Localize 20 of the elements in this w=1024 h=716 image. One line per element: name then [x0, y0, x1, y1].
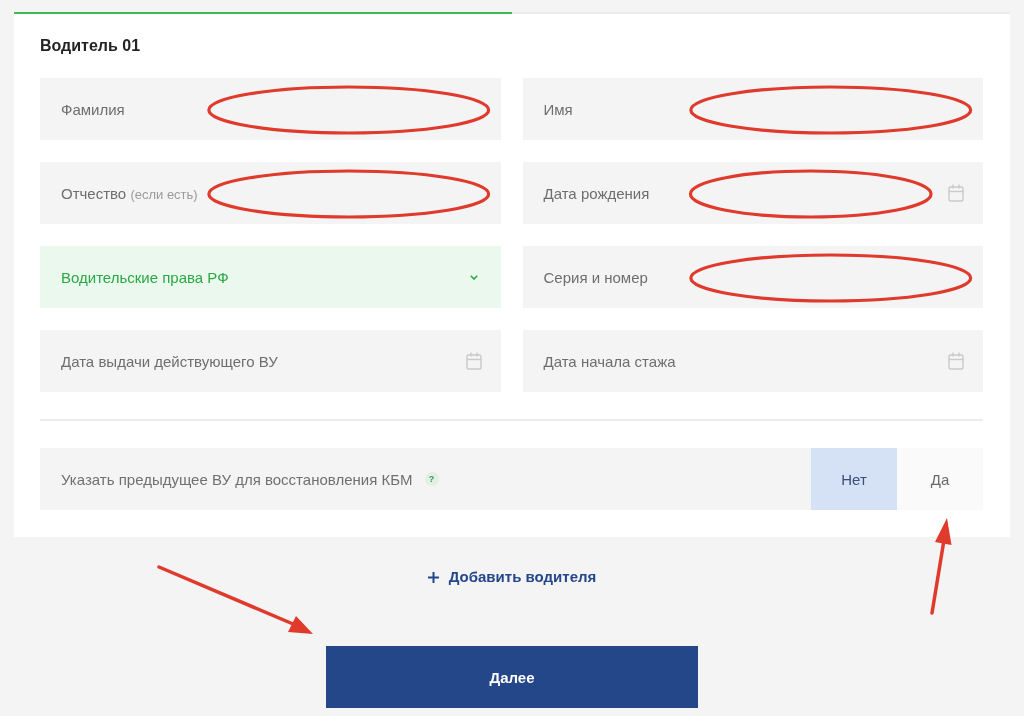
calendar-icon — [948, 184, 964, 202]
date-field[interactable]: Дата выдачи действующего ВУ — [40, 330, 501, 392]
help-hint[interactable]: ? — [424, 472, 439, 486]
calendar-icon — [948, 352, 964, 370]
date-field[interactable]: Дата начала стажа — [522, 330, 983, 392]
text-field[interactable]: Серия и номер — [522, 246, 983, 308]
text-field[interactable]: Фамилия — [40, 78, 501, 140]
toggle-option[interactable]: Нет — [811, 448, 897, 510]
text-field[interactable]: Отчество (если есть) — [40, 162, 501, 224]
calendar-icon — [465, 352, 482, 370]
toggle-option[interactable]: Да — [897, 448, 983, 510]
select-dropdown[interactable]: Водительские права РФ — [40, 246, 501, 308]
date-field[interactable]: Дата рождения — [522, 162, 983, 224]
next-button[interactable]: Далее — [326, 646, 698, 708]
plus-icon — [427, 571, 439, 583]
text-field[interactable]: Имя — [522, 78, 983, 140]
add-driver-link[interactable]: Добавить водителя — [427, 568, 597, 586]
driver-title: Водитель 01 — [40, 36, 142, 56]
chevron-down-icon — [469, 274, 478, 280]
kbm-label: Указать предыдущее ВУ для восстановления КБМ — [61, 470, 413, 488]
